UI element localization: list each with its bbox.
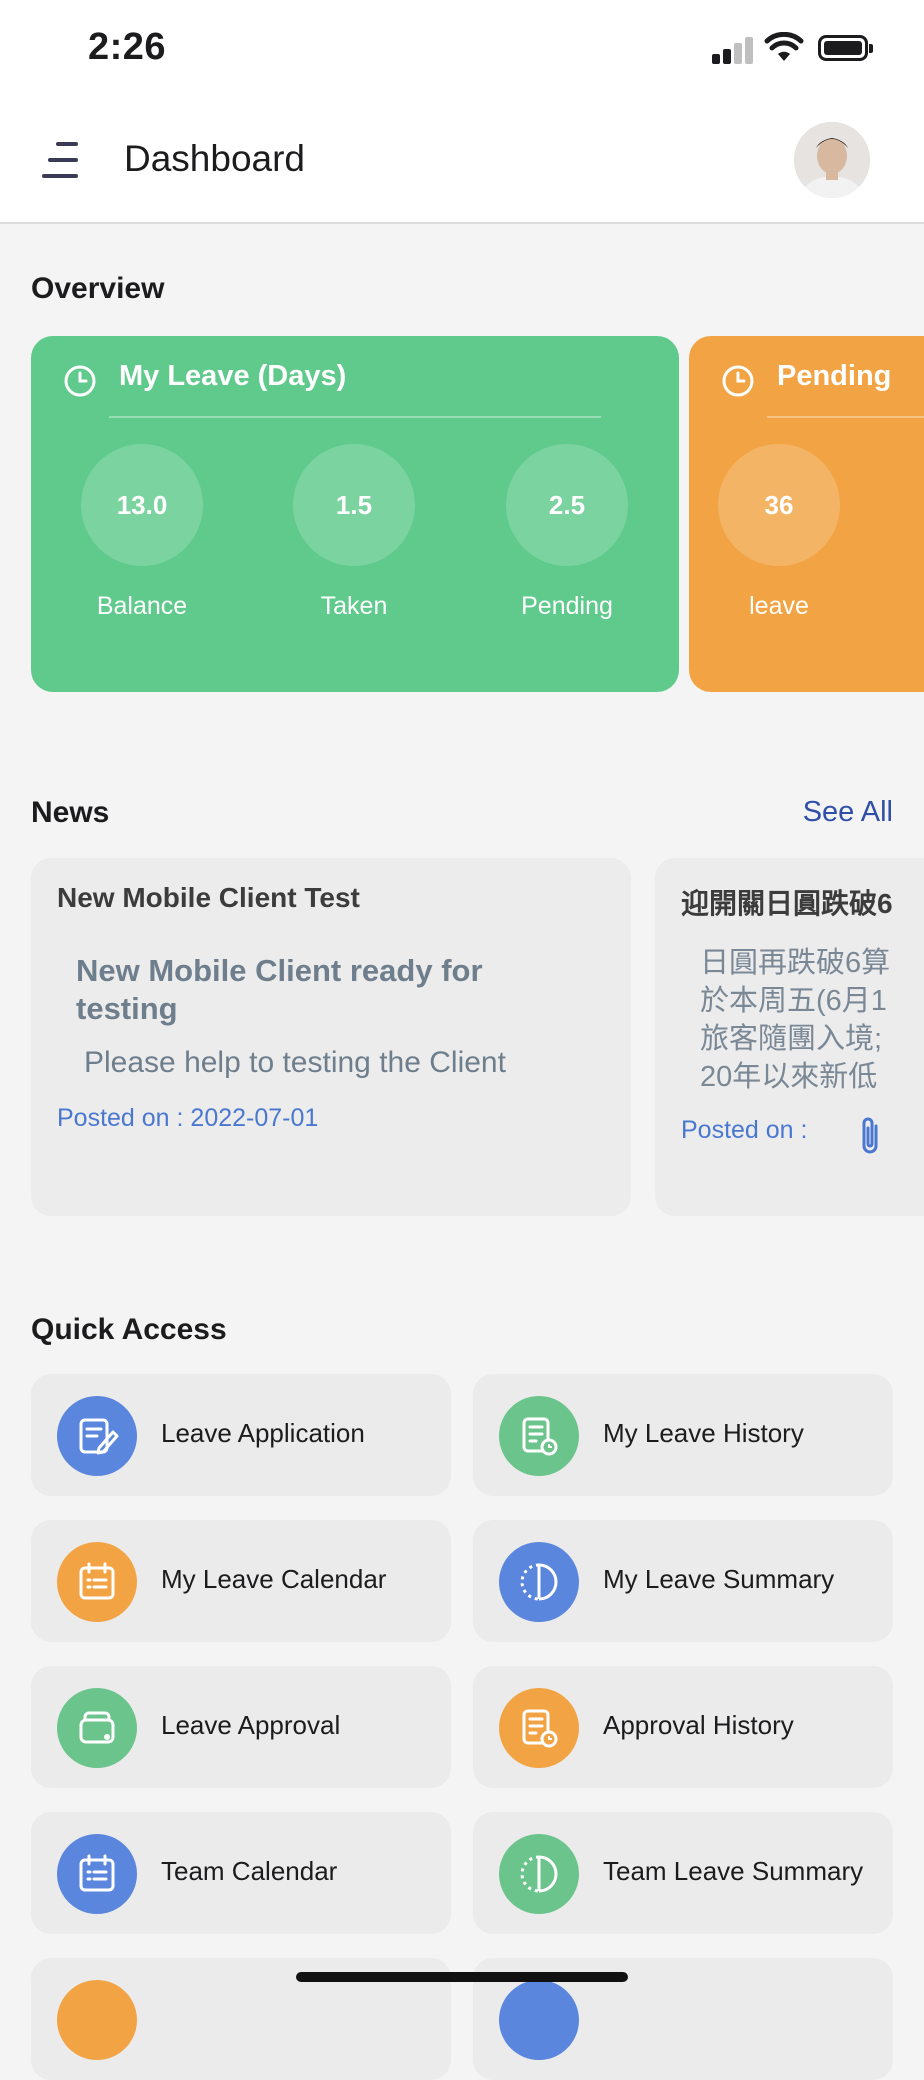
quick-my-leave-calendar[interactable]: My Leave Calendar xyxy=(31,1520,451,1642)
battery-icon xyxy=(818,35,873,61)
qa-label: Leave Application xyxy=(161,1418,365,1448)
see-all-link[interactable]: See All xyxy=(803,796,893,829)
stat-leave: 36 leave xyxy=(679,444,879,621)
approval-history-icon xyxy=(499,1688,579,1768)
my-leave-card[interactable]: My Leave (Days) 13.0 Balance 1.5 Taken 2… xyxy=(31,336,679,692)
news-body: 日圓再跌破6算 於本周五(6月1 旅客隨團入境; 20年以來新低 xyxy=(700,947,891,1093)
news-posted-date: Posted on : xyxy=(681,1116,808,1144)
page-title: Dashboard xyxy=(124,138,306,179)
quick-team-leave-summary[interactable]: Team Leave Summary xyxy=(473,1812,893,1934)
quick-leave-application[interactable]: Leave Application xyxy=(31,1374,451,1496)
news-body: Please help to testing the Client xyxy=(84,1046,506,1079)
qa-label: My Leave History xyxy=(603,1418,804,1448)
stat-pending: 2.5 Pending xyxy=(467,444,667,621)
divider xyxy=(109,416,601,418)
news-title: News xyxy=(31,796,110,829)
quick-my-leave-history[interactable]: My Leave History xyxy=(473,1374,893,1496)
stat-value: 2.5 xyxy=(506,444,628,566)
stat-label: Pending xyxy=(521,592,613,620)
pending-card[interactable]: Pending 36 leave xyxy=(689,336,924,692)
status-bar: 2:26 xyxy=(0,0,924,100)
quick-access-title: Quick Access xyxy=(31,1313,227,1346)
qa-label: Approval History xyxy=(603,1710,794,1740)
leave-application-icon xyxy=(57,1396,137,1476)
my-leave-title: My Leave (Days) xyxy=(119,360,347,392)
stat-label: Taken xyxy=(320,592,388,620)
stat-label: leave xyxy=(749,592,809,620)
news-card[interactable]: New Mobile Client Test New Mobile Client… xyxy=(31,858,631,1216)
divider xyxy=(767,416,924,418)
overview-title: Overview xyxy=(31,272,165,305)
news-card-title: New Mobile Client Test xyxy=(57,882,360,913)
stat-value: 1.5 xyxy=(293,444,415,566)
stat-value: 13.0 xyxy=(81,444,203,566)
app-header: Dashboard xyxy=(0,100,924,224)
avatar[interactable] xyxy=(794,122,870,198)
summary-icon xyxy=(499,1542,579,1622)
news-posted-date: Posted on : 2022-07-01 xyxy=(57,1104,319,1132)
qa-label: My Leave Summary xyxy=(603,1564,835,1594)
clock-icon xyxy=(722,365,754,397)
news-headline: New Mobile Client ready for testing xyxy=(76,953,483,1026)
wifi-icon xyxy=(764,32,804,61)
qa-label: My Leave Calendar xyxy=(161,1564,387,1594)
home-indicator[interactable] xyxy=(296,1972,628,1982)
leave-history-icon xyxy=(499,1396,579,1476)
stat-value: 36 xyxy=(718,444,840,566)
quick-access-icon xyxy=(499,1980,579,2060)
team-summary-icon xyxy=(499,1834,579,1914)
clock-icon xyxy=(64,365,96,397)
news-card[interactable]: 迎開關日圓跌破6 日圓再跌破6算 於本周五(6月1 旅客隨團入境; 20年以來新… xyxy=(655,858,924,1216)
quick-team-calendar[interactable]: Team Calendar xyxy=(31,1812,451,1934)
quick-approval-history[interactable]: Approval History xyxy=(473,1666,893,1788)
stat-balance: 13.0 Balance xyxy=(42,444,242,621)
signal-icon xyxy=(712,36,756,64)
qa-label: Team Calendar xyxy=(161,1856,338,1886)
qa-label: Leave Approval xyxy=(161,1710,341,1740)
status-time: 2:26 xyxy=(88,26,167,68)
paperclip-icon[interactable] xyxy=(857,1114,883,1158)
stat-label: Balance xyxy=(96,592,188,620)
news-card-title: 迎開關日圓跌破6 xyxy=(681,888,893,919)
stat-taken: 1.5 Taken xyxy=(254,444,454,621)
wallet-icon xyxy=(57,1688,137,1768)
quick-access-icon xyxy=(57,1980,137,2060)
qa-label: Team Leave Summary xyxy=(603,1856,864,1886)
menu-icon[interactable] xyxy=(40,140,84,180)
team-calendar-icon xyxy=(57,1834,137,1914)
quick-leave-approval[interactable]: Leave Approval xyxy=(31,1666,451,1788)
quick-my-leave-summary[interactable]: My Leave Summary xyxy=(473,1520,893,1642)
calendar-icon xyxy=(57,1542,137,1622)
pending-title: Pending xyxy=(777,360,892,392)
